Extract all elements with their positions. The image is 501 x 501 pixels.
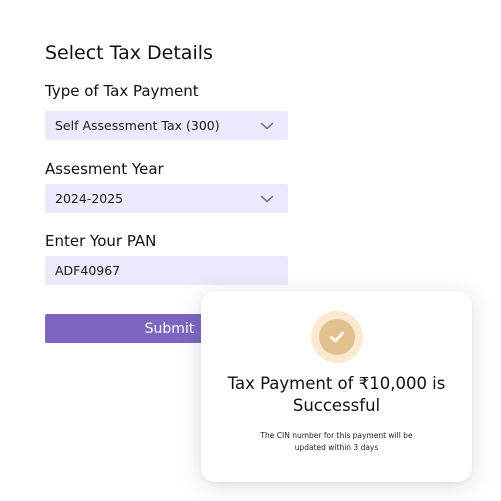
assessment-year-value: 2024-2025	[55, 191, 124, 206]
pan-label: Enter Your PAN	[45, 232, 157, 250]
submit-label: Submit	[144, 320, 195, 337]
check-circle-inner	[319, 319, 355, 355]
success-note: The CIN number for this payment will be …	[260, 431, 413, 452]
success-title: Tax Payment of ₹10,000 is Successful	[227, 374, 446, 415]
assessment-year-select[interactable]: 2024-2025	[45, 184, 288, 213]
tax-type-value: Self Assessment Tax (300)	[55, 118, 220, 133]
chevron-down-icon	[260, 122, 274, 129]
assessment-year-label: Assesment Year	[45, 160, 164, 178]
tax-type-label: Type of Tax Payment	[45, 82, 199, 100]
check-circle-icon	[311, 311, 363, 363]
check-icon	[330, 331, 344, 343]
chevron-down-icon	[260, 195, 274, 202]
page-title: Select Tax Details	[45, 42, 213, 64]
success-card: Tax Payment of ₹10,000 is Successful The…	[201, 291, 472, 482]
pan-input[interactable]: ADF40967	[45, 256, 288, 285]
pan-value: ADF40967	[55, 263, 121, 278]
tax-type-select[interactable]: Self Assessment Tax (300)	[45, 111, 288, 140]
